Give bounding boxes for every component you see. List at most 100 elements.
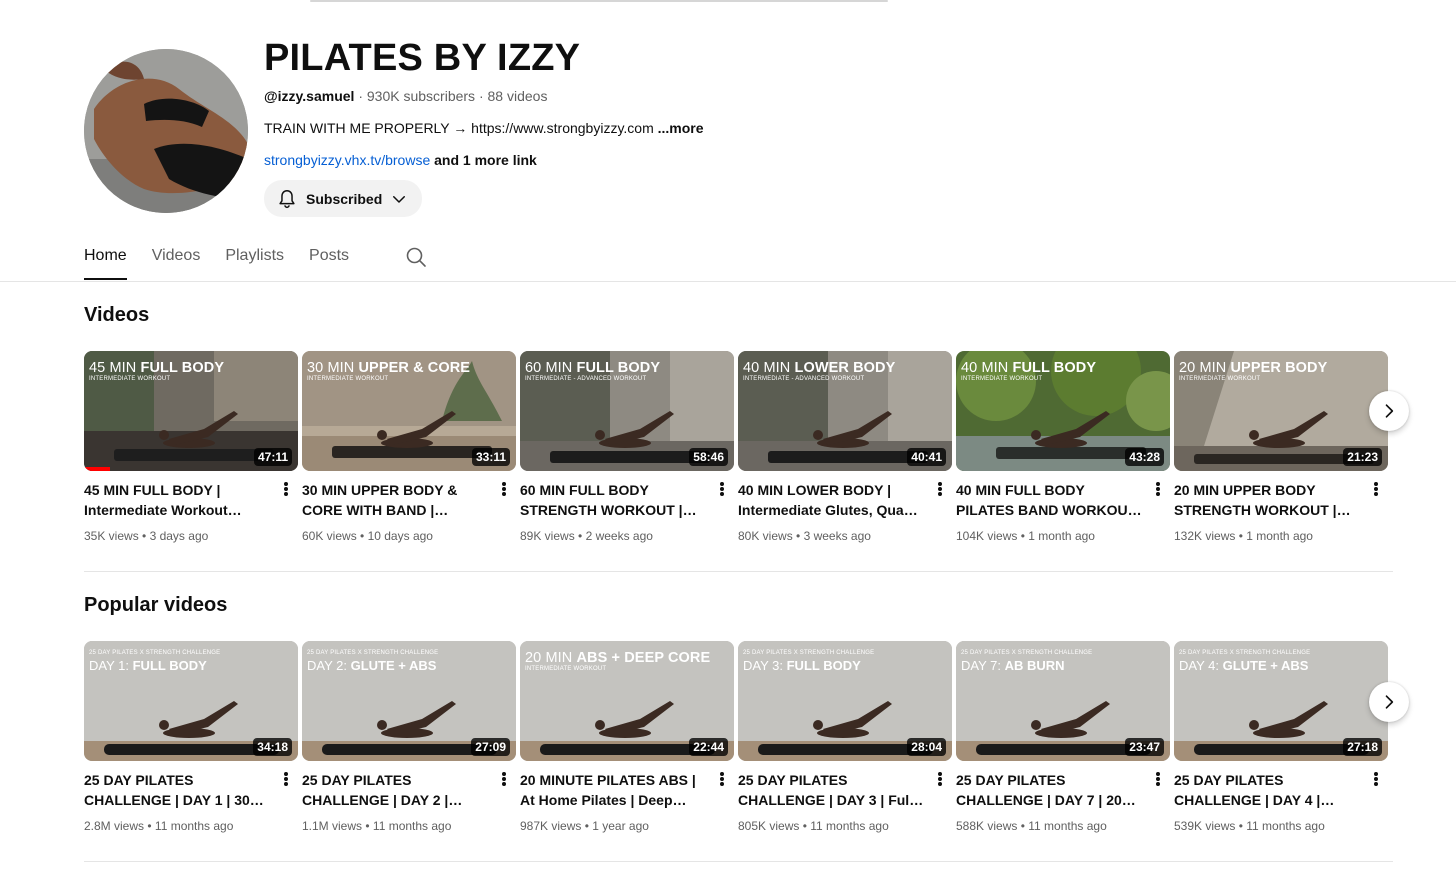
more-vert-icon[interactable] (716, 479, 728, 499)
thumbnail-caption-prefix: 40 MIN (961, 360, 1009, 376)
thumbnail-series-label: 25 DAY PILATES X STRENGTH CHALLENGE (307, 650, 439, 656)
video-stats: 35K views • 3 days ago (84, 528, 298, 544)
view-count: 89K views (520, 529, 575, 543)
thumbnail-day: DAY 4: (1179, 658, 1219, 673)
video-thumbnail[interactable]: 25 DAY PILATES X STRENGTH CHALLENGE DAY 3… (738, 641, 952, 761)
video-title[interactable]: 20 MIN UPPER BODY STRENGTH WORKOUT |… (1174, 480, 1360, 520)
video-card[interactable]: 25 DAY PILATES X STRENGTH CHALLENGE DAY 2… (302, 641, 516, 834)
video-card[interactable]: 25 DAY PILATES X STRENGTH CHALLENGE DAY 4… (1174, 641, 1388, 834)
video-thumbnail[interactable]: 40 MIN LOWER BODY INTERMEDIATE - ADVANCED… (738, 351, 952, 471)
video-duration: 34:18 (253, 738, 292, 756)
shelf-next-button[interactable] (1369, 391, 1409, 431)
more-vert-dot (502, 776, 506, 781)
thumbnail-subcaption: INTERMEDIATE - ADVANCED WORKOUT (743, 376, 865, 382)
thumbnail-day-topic: AB BURN (1004, 658, 1065, 673)
video-title[interactable]: 40 MIN FULL BODY PILATES BAND WORKOUT |… (956, 480, 1142, 520)
more-vert-icon[interactable] (280, 769, 292, 789)
video-card[interactable]: 40 MIN FULL BODY INTERMEDIATE WORKOUT 43:2… (956, 351, 1170, 544)
bell-icon (279, 189, 295, 208)
thumbnail-caption: 30 MIN UPPER & CORE (307, 360, 470, 376)
thumbnail-day-topic: GLUTE + ABS (350, 658, 437, 673)
thumbnail-day-topic: FULL BODY (132, 658, 207, 673)
meta-separator: · (358, 88, 367, 104)
video-title[interactable]: 25 DAY PILATES CHALLENGE | DAY 4 | BOOTY… (1174, 770, 1360, 810)
video-title[interactable]: 40 MIN LOWER BODY | Intermediate Glutes,… (738, 480, 924, 520)
video-card[interactable]: 45 MIN FULL BODY INTERMEDIATE WORKOUT 47:1… (84, 351, 298, 544)
more-vert-icon[interactable] (716, 769, 728, 789)
more-vert-icon[interactable] (498, 769, 510, 789)
video-stats: 2.8M views • 11 months ago (84, 818, 298, 834)
video-title[interactable]: 25 DAY PILATES CHALLENGE | DAY 2 | BOOTY… (302, 770, 488, 810)
channel-handle: @izzy.samuel (264, 88, 355, 104)
video-thumbnail[interactable]: 60 MIN FULL BODY INTERMEDIATE - ADVANCED … (520, 351, 734, 471)
video-card[interactable]: 25 DAY PILATES X STRENGTH CHALLENGE DAY 1… (84, 641, 298, 834)
video-thumbnail[interactable]: 40 MIN FULL BODY INTERMEDIATE WORKOUT 43:2… (956, 351, 1170, 471)
description-more-button[interactable]: ...more (658, 120, 704, 136)
thumbnail-subcaption: INTERMEDIATE WORKOUT (961, 376, 1043, 382)
more-links-button[interactable]: and 1 more link (434, 152, 537, 168)
video-thumbnail[interactable]: 25 DAY PILATES X STRENGTH CHALLENGE DAY 7… (956, 641, 1170, 761)
more-vert-icon[interactable] (1152, 479, 1164, 499)
search-bar-edge (310, 0, 888, 2)
video-card[interactable]: 30 MIN UPPER & CORE INTERMEDIATE WORKOUT 3… (302, 351, 516, 544)
channel-link[interactable]: strongbyizzy.vhx.tv/browse (264, 152, 430, 168)
stats-separator: • (138, 529, 150, 543)
video-title[interactable]: 60 MIN FULL BODY STRENGTH WORKOUT |… (520, 480, 706, 520)
tab-playlists[interactable]: Playlists (225, 236, 284, 282)
channel-meta: @izzy.samuel · 930K subscribers · 88 vid… (264, 86, 964, 106)
video-card[interactable]: 25 DAY PILATES X STRENGTH CHALLENGE DAY 7… (956, 641, 1170, 834)
video-title[interactable]: 25 DAY PILATES CHALLENGE | DAY 3 | Full … (738, 770, 924, 810)
subscribed-button[interactable]: Subscribed (264, 180, 423, 217)
thumbnail-caption-prefix: 60 MIN (525, 360, 573, 376)
video-card[interactable]: 60 MIN FULL BODY INTERMEDIATE - ADVANCED … (520, 351, 734, 544)
tabs-divider (0, 281, 1456, 282)
video-card[interactable]: 20 MIN ABS + DEEP CORE INTERMEDIATE WORKO… (520, 641, 734, 834)
thumbnail-caption-bold: UPPER & CORE (358, 360, 471, 376)
video-thumbnail[interactable]: 25 DAY PILATES X STRENGTH CHALLENGE DAY 1… (84, 641, 298, 761)
more-vert-icon[interactable] (934, 769, 946, 789)
view-count: 35K views (84, 529, 139, 543)
avatar-photo (84, 49, 248, 213)
video-title[interactable]: 25 DAY PILATES CHALLENGE | DAY 7 | 20 MI… (956, 770, 1142, 810)
video-card[interactable]: 40 MIN LOWER BODY INTERMEDIATE - ADVANCED… (738, 351, 952, 544)
video-thumbnail[interactable]: 45 MIN FULL BODY INTERMEDIATE WORKOUT 47:1… (84, 351, 298, 471)
view-count: 588K views (956, 819, 1018, 833)
thumbnail-caption: 60 MIN FULL BODY (525, 360, 660, 376)
shelf-title-popular[interactable]: Popular videos (84, 594, 227, 617)
video-thumbnail[interactable]: 20 MIN ABS + DEEP CORE INTERMEDIATE WORKO… (520, 641, 734, 761)
thumbnail-caption-bold: FULL BODY (576, 360, 661, 376)
more-vert-icon[interactable] (1152, 769, 1164, 789)
shelf-title-videos[interactable]: Videos (84, 304, 149, 327)
shelf-next-button[interactable] (1369, 682, 1409, 722)
more-vert-dot (938, 481, 942, 486)
channel-avatar[interactable] (84, 49, 248, 213)
video-thumbnail[interactable]: 25 DAY PILATES X STRENGTH CHALLENGE DAY 2… (302, 641, 516, 761)
video-thumbnail[interactable]: 25 DAY PILATES X STRENGTH CHALLENGE DAY 4… (1174, 641, 1388, 761)
view-count: 2.8M views (84, 819, 145, 833)
upload-age: 3 days ago (149, 529, 209, 543)
video-thumbnail[interactable]: 30 MIN UPPER & CORE INTERMEDIATE WORKOUT 3… (302, 351, 516, 471)
search-icon[interactable] (404, 245, 428, 269)
more-vert-dot (938, 782, 942, 787)
video-title[interactable]: 25 DAY PILATES CHALLENGE | DAY 1 | 30 MI… (84, 770, 270, 810)
more-vert-icon[interactable] (934, 479, 946, 499)
video-card[interactable]: 25 DAY PILATES X STRENGTH CHALLENGE DAY 3… (738, 641, 952, 834)
stats-separator: • (792, 529, 804, 543)
tab-videos[interactable]: Videos (152, 236, 201, 282)
tab-home[interactable]: Home (84, 236, 127, 282)
more-vert-dot (938, 486, 942, 491)
more-vert-icon[interactable] (498, 479, 510, 499)
video-duration: 33:11 (471, 448, 510, 466)
video-card[interactable]: 20 MIN UPPER BODY INTERMEDIATE WORKOUT 21:… (1174, 351, 1388, 544)
tab-posts[interactable]: Posts (309, 236, 349, 282)
video-thumbnail[interactable]: 20 MIN UPPER BODY INTERMEDIATE WORKOUT 21:… (1174, 351, 1388, 471)
stats-separator: • (356, 529, 368, 543)
video-title[interactable]: 45 MIN FULL BODY | Intermediate Workout … (84, 480, 270, 520)
more-vert-icon[interactable] (280, 479, 292, 499)
video-title[interactable]: 20 MINUTE PILATES ABS | At Home Pilates … (520, 770, 706, 810)
video-title[interactable]: 30 MIN UPPER BODY & CORE WITH BAND | Int… (302, 480, 488, 520)
channel-description[interactable]: TRAIN WITH ME PROPERLY → https://www.str… (264, 118, 964, 138)
more-vert-icon[interactable] (1370, 479, 1382, 499)
thumbnail-series-label: 25 DAY PILATES X STRENGTH CHALLENGE (1179, 650, 1311, 656)
more-vert-icon[interactable] (1370, 769, 1382, 789)
